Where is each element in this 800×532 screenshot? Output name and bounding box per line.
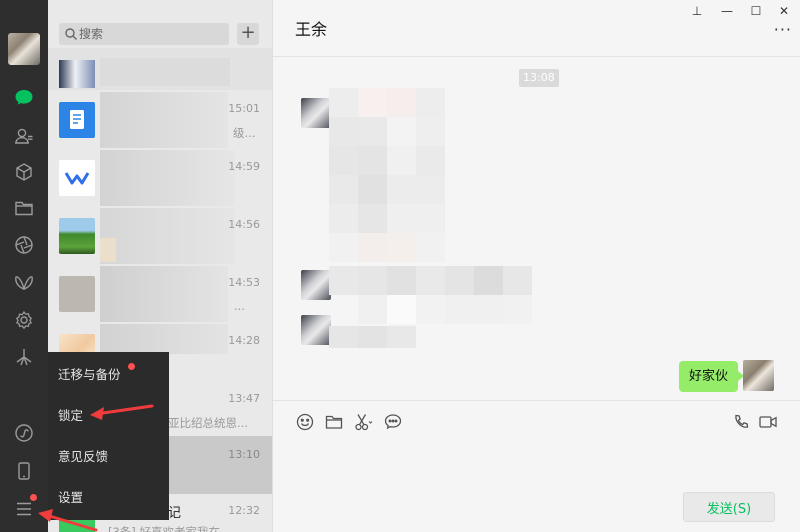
divider <box>273 400 800 401</box>
butterfly-icon[interactable] <box>12 271 36 295</box>
contact-avatar[interactable] <box>301 98 331 128</box>
conversation-time: 14:56 <box>228 218 260 231</box>
link-app-icon <box>59 160 95 196</box>
conversation-preview: 级... <box>233 126 256 140</box>
folder-icon[interactable] <box>324 412 344 432</box>
emoji-icon[interactable] <box>295 412 315 432</box>
conversation-preview: 亚比绍总统恩... <box>168 416 248 430</box>
conversation-avatar <box>59 60 95 88</box>
message-timestamp: 13:08 <box>519 69 559 87</box>
document-app-icon <box>59 102 95 138</box>
conversation-time: 13:47 <box>228 392 260 405</box>
message-composer[interactable] <box>283 440 788 485</box>
phone-device-icon[interactable] <box>12 459 36 483</box>
left-sidebar <box>0 0 48 532</box>
pin-button[interactable]: ⊥ <box>687 2 707 20</box>
menu-item-lock[interactable]: 锁定 <box>48 396 169 436</box>
folder-icon[interactable] <box>12 196 36 220</box>
conversation-time: 14:59 <box>228 160 260 173</box>
chat-bubble-icon[interactable] <box>383 412 403 432</box>
list-item[interactable]: 15:01 级... <box>48 90 272 152</box>
search-icon <box>65 28 77 40</box>
conversation-avatar <box>59 276 95 312</box>
voice-call-icon[interactable] <box>732 412 752 432</box>
menu-badge-dot <box>30 494 37 501</box>
settings-gear-icon[interactable] <box>12 308 36 332</box>
my-message-avatar[interactable] <box>743 360 774 391</box>
chat-title: 王余 <box>295 20 328 39</box>
contacts-icon[interactable] <box>12 124 36 148</box>
mini-program-icon[interactable] <box>12 421 36 445</box>
menu-item-feedback[interactable]: 意见反馈 <box>48 437 169 477</box>
menu-item-migrate-backup[interactable]: 迁移与备份 <box>48 355 169 395</box>
my-avatar[interactable] <box>8 33 40 65</box>
pixelated-text-message[interactable] <box>329 326 419 348</box>
pixelated-image-message[interactable] <box>329 88 449 268</box>
spark-icon[interactable] <box>12 345 36 369</box>
search-box[interactable] <box>59 23 229 45</box>
conversation-preview: [3条] 好喜欢老家我在... <box>108 525 231 532</box>
conversation-time: 14:53 <box>228 276 260 289</box>
minimize-button[interactable]: — <box>717 2 737 20</box>
conversation-time: 14:28 <box>228 334 260 347</box>
contact-avatar[interactable] <box>301 270 331 300</box>
divider <box>273 56 800 57</box>
screenshot-scissors-icon[interactable] <box>353 412 373 432</box>
chat-panel: 王余 ⊥ — ☐ ✕ ··· 13:08 好家伙 发送(S) <box>272 0 800 532</box>
menu-item-settings[interactable]: 设置 <box>48 478 169 518</box>
search-input[interactable] <box>79 23 224 45</box>
cube-icon[interactable] <box>12 160 36 184</box>
menu-badge-dot <box>128 363 135 370</box>
maximize-button[interactable]: ☐ <box>746 2 766 20</box>
list-item[interactable]: 14:53 ... <box>48 264 272 326</box>
contact-avatar[interactable] <box>301 315 331 345</box>
conversation-preview: ... <box>234 299 245 313</box>
list-item[interactable]: 14:59 <box>48 148 272 210</box>
list-item[interactable] <box>48 48 272 90</box>
settings-popup-menu: 迁移与备份 锁定 意见反馈 设置 <box>48 352 169 520</box>
close-button[interactable]: ✕ <box>774 2 794 20</box>
conversation-time: 13:10 <box>228 448 260 461</box>
list-item[interactable]: 14:56 <box>48 206 272 268</box>
conversation-avatar <box>59 218 95 254</box>
aperture-icon[interactable] <box>12 233 36 257</box>
conversation-time: 12:32 <box>228 504 260 517</box>
send-button[interactable]: 发送(S) <box>683 492 775 522</box>
my-message-bubble[interactable]: 好家伙 <box>679 361 745 392</box>
video-call-icon[interactable] <box>758 412 778 432</box>
more-options-button[interactable]: ··· <box>774 22 792 38</box>
conversation-time: 15:01 <box>228 102 260 115</box>
add-chat-button[interactable]: + <box>237 23 259 45</box>
chat-icon[interactable] <box>12 86 36 110</box>
pixelated-text-message[interactable] <box>329 266 534 326</box>
